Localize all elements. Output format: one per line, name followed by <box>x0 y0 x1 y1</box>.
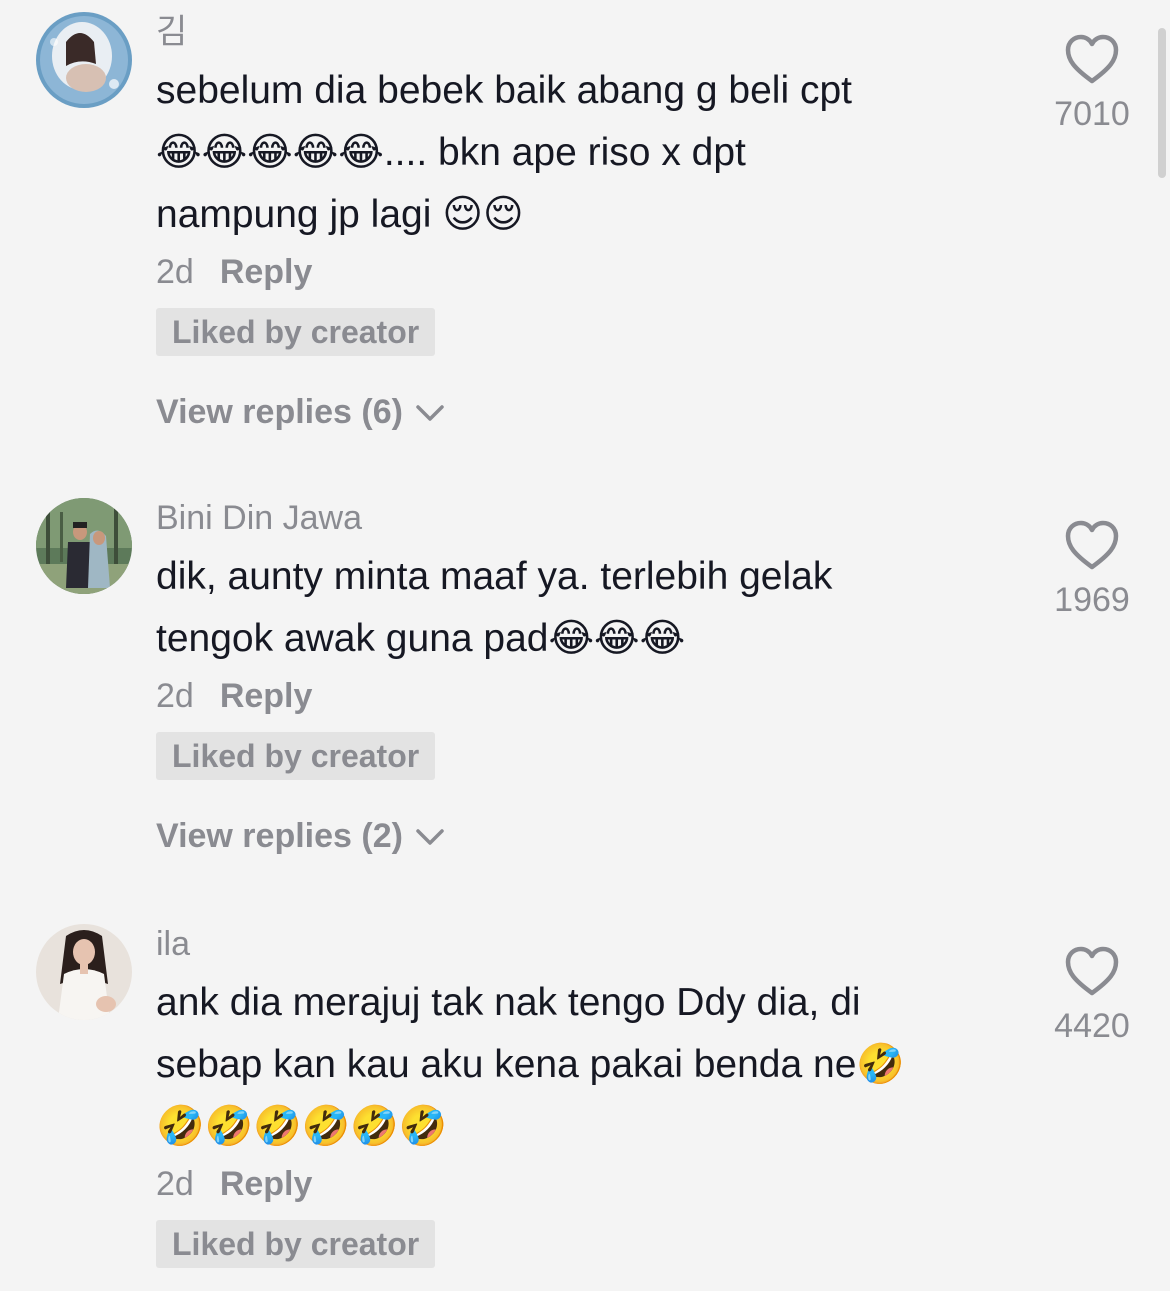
like-count: 4420 <box>1054 1007 1130 1045</box>
like-column: 7010 <box>1042 34 1142 134</box>
liked-by-creator-badge: Liked by creator <box>156 308 436 356</box>
liked-by-creator-badge: Liked by creator <box>156 1220 436 1268</box>
comment-username[interactable]: Bini Din Jawa <box>156 498 1026 538</box>
comment-time: 2d <box>156 253 194 291</box>
chevron-down-icon <box>415 392 445 432</box>
chevron-down-icon <box>415 816 445 856</box>
comment-meta: 2d Reply <box>156 1164 1026 1204</box>
view-replies-label: View replies (6) <box>156 393 403 431</box>
comment-time: 2d <box>156 1165 194 1203</box>
comment-username[interactable]: 김 <box>156 12 1026 52</box>
scrollbar[interactable] <box>1158 28 1166 178</box>
comment-meta: 2d Reply <box>156 252 1026 292</box>
heart-outline-icon[interactable] <box>1064 946 1120 998</box>
avatar-image <box>36 924 132 1020</box>
reply-button[interactable]: Reply <box>220 253 313 291</box>
like-column: 1969 <box>1042 520 1142 620</box>
reply-button[interactable]: Reply <box>220 677 313 715</box>
liked-by-creator-badge: Liked by creator <box>156 732 436 780</box>
avatar-image <box>36 12 132 108</box>
like-count: 1969 <box>1054 581 1130 619</box>
comment-text: ank dia merajuj tak nak tengo Ddy dia, d… <box>156 981 905 1148</box>
heart-outline-icon[interactable] <box>1064 520 1120 572</box>
comment-text: dik, aunty minta maaf ya. terlebih gelak… <box>156 555 833 660</box>
comment-time: 2d <box>156 677 194 715</box>
comment-username[interactable]: ila <box>156 924 1026 964</box>
comment-meta: 2d Reply <box>156 676 1026 716</box>
like-count: 7010 <box>1054 95 1130 133</box>
comment-text: sebelum dia bebek baik abang g beli cpt … <box>156 69 852 236</box>
avatar[interactable] <box>36 498 132 594</box>
view-replies-label: View replies (2) <box>156 817 403 855</box>
like-column: 4420 <box>1042 946 1142 1046</box>
avatar-image <box>36 498 132 594</box>
avatar[interactable] <box>36 12 132 108</box>
reply-button[interactable]: Reply <box>220 1165 313 1203</box>
heart-outline-icon[interactable] <box>1064 34 1120 86</box>
view-replies-button[interactable]: View replies (2) <box>156 816 1026 856</box>
view-replies-button[interactable]: View replies (6) <box>156 392 1026 432</box>
avatar[interactable] <box>36 924 132 1020</box>
